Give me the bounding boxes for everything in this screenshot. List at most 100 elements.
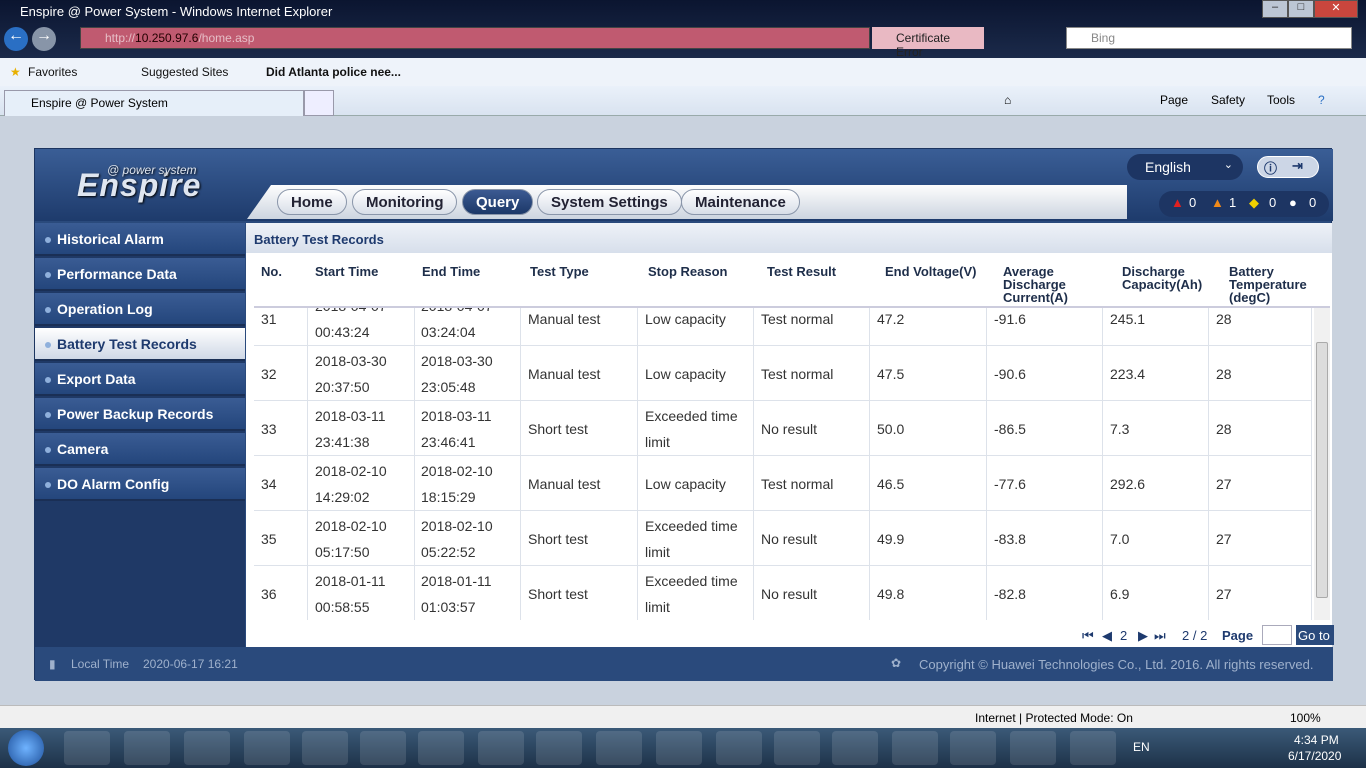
nav-maintenance[interactable]: Maintenance — [681, 189, 800, 215]
firefox-taskbar-icon[interactable] — [244, 731, 290, 765]
clock-date[interactable]: 6/17/2020 — [1288, 749, 1341, 763]
ie-taskbar-icon[interactable] — [64, 731, 110, 765]
drive-taskbar-icon[interactable] — [892, 731, 938, 765]
remote-taskbar-icon[interactable] — [1070, 731, 1116, 765]
opera-taskbar-icon[interactable] — [716, 731, 762, 765]
current-page[interactable]: 2 — [1120, 628, 1127, 643]
sidebar-item-battery-test-records[interactable]: Battery Test Records — [35, 328, 245, 361]
logout-icon[interactable]: ⇥ — [1292, 158, 1303, 174]
media-taskbar-icon[interactable] — [184, 731, 230, 765]
suggested-sites-link[interactable]: Suggested Sites — [141, 65, 228, 79]
clock-time[interactable]: 4:34 PM — [1294, 733, 1339, 747]
sidebar-item-performance-data[interactable]: Performance Data — [35, 258, 245, 291]
cell-text: 245.1 — [1110, 311, 1146, 327]
safety-menu[interactable]: Safety — [1211, 93, 1245, 107]
cell-text: 05:22:52 — [421, 544, 476, 560]
books-taskbar-icon[interactable] — [418, 731, 464, 765]
nav-monitoring[interactable]: Monitoring — [352, 189, 458, 215]
language-select[interactable]: English ⌄ — [1127, 154, 1243, 180]
new-tab-button[interactable] — [304, 90, 334, 116]
address-bar[interactable]: http://10.250.97.6/home.asp — [80, 27, 870, 49]
table-row[interactable]: 35 2018-02-10 05:17:50 2018-02-10 05:22:52 Sh… — [254, 511, 1312, 566]
col-start-time[interactable]: Start Time — [315, 265, 378, 278]
notes-taskbar-icon[interactable] — [832, 731, 878, 765]
browser-tab[interactable]: Enspire @ Power System — [4, 90, 304, 116]
app-taskbar-icon[interactable] — [478, 731, 524, 765]
building-taskbar-icon[interactable] — [536, 731, 582, 765]
help-icon[interactable]: ? — [1318, 93, 1325, 107]
cell-text: 2018-03-30 — [421, 353, 493, 369]
table-row[interactable]: 33 2018-03-11 23:41:38 2018-03-11 23:46:41 Sh… — [254, 401, 1312, 456]
nav-system-settings[interactable]: System Settings — [537, 189, 682, 215]
security-zone[interactable]: Internet | Protected Mode: On — [975, 711, 1133, 725]
table-cell: Test normal — [754, 346, 870, 401]
sidebar-item-camera[interactable]: Camera — [35, 433, 245, 466]
outlook-taskbar-icon[interactable] — [596, 731, 642, 765]
maximize-button[interactable]: □ — [1288, 0, 1314, 18]
alarm-summary[interactable]: ▲ 0 ▲ 1 ◆ 0 ● 0 — [1159, 191, 1329, 217]
lmt2-taskbar-icon[interactable] — [360, 731, 406, 765]
col-avg-current[interactable]: Average Discharge Current(A) — [1003, 265, 1098, 304]
favorites-button[interactable]: Favorites — [28, 65, 77, 79]
favorite-link[interactable]: Did Atlanta police nee... — [266, 65, 401, 79]
control-panel-taskbar-icon[interactable] — [1010, 731, 1056, 765]
cell-text: 32 — [261, 366, 277, 382]
cell-text: 47.5 — [877, 366, 905, 382]
col-test-type[interactable]: Test Type — [530, 265, 589, 278]
cmd-taskbar-icon[interactable] — [950, 731, 996, 765]
col-stop-reason[interactable]: Stop Reason — [648, 265, 727, 278]
first-page-icon[interactable]: ⏮ — [1082, 628, 1094, 644]
prev-page-icon[interactable]: ◀ — [1102, 628, 1112, 644]
close-button[interactable]: ✕ — [1314, 0, 1358, 18]
search-input[interactable]: Bing — [1066, 27, 1352, 49]
sidebar-item-historical-alarm[interactable]: Historical Alarm — [35, 223, 245, 256]
cell-text: 28 — [1216, 311, 1232, 327]
explorer-taskbar-icon[interactable] — [124, 731, 170, 765]
page-menu[interactable]: Page — [1160, 93, 1188, 107]
last-page-icon[interactable]: ⏭ — [1154, 628, 1166, 644]
info-icon[interactable]: ⓘ — [1264, 158, 1277, 177]
table-cell: 32 — [254, 346, 308, 401]
nav-home[interactable]: Home — [277, 189, 347, 215]
sidebar-item-power-backup-records[interactable]: Power Backup Records — [35, 398, 245, 431]
start-button[interactable] — [8, 730, 44, 766]
table-cell: 27 — [1209, 456, 1312, 511]
page-input[interactable] — [1262, 625, 1292, 645]
table-row[interactable]: 32 2018-03-30 20:37:50 2018-03-30 23:05:48 Ma… — [254, 346, 1312, 401]
back-button[interactable]: ← — [4, 27, 28, 51]
scrollbar-thumb[interactable] — [1316, 342, 1328, 598]
table-row[interactable]: 31 2018-04-07 00:43:24 2018-04-07 03:24:04 Ma… — [254, 308, 1312, 346]
certificate-error-button[interactable]: Certificate Error — [872, 27, 984, 59]
device-taskbar-icon[interactable] — [656, 731, 702, 765]
col-end-voltage[interactable]: End Voltage(V) — [885, 265, 976, 278]
col-test-result[interactable]: Test Result — [767, 265, 836, 278]
lmt-taskbar-icon[interactable] — [302, 731, 348, 765]
table-row[interactable]: 34 2018-02-10 14:29:02 2018-02-10 18:15:29 Ma… — [254, 456, 1312, 511]
sidebar-item-do-alarm-config[interactable]: DO Alarm Config — [35, 468, 245, 501]
col-temperature[interactable]: Battery Temperature (degC) — [1229, 265, 1324, 304]
language-indicator[interactable]: EN — [1133, 740, 1150, 754]
sidebar-item-operation-log[interactable]: Operation Log — [35, 293, 245, 326]
table-cell: 2018-02-10 05:17:50 — [308, 511, 415, 566]
table-cell: Manual test — [521, 456, 638, 511]
nav-query[interactable]: Query — [462, 189, 534, 215]
tools-menu[interactable]: Tools — [1267, 93, 1295, 107]
sidebar-item-export-data[interactable]: Export Data — [35, 363, 245, 396]
table-cell: 2018-02-10 18:15:29 — [414, 456, 521, 511]
next-page-icon[interactable]: ▶ — [1138, 628, 1148, 644]
zoom-level[interactable]: 100% — [1290, 711, 1321, 725]
col-capacity[interactable]: Discharge Capacity(Ah) — [1122, 265, 1217, 291]
col-end-time[interactable]: End Time — [422, 265, 480, 278]
clock-icon: ▮ — [49, 657, 56, 671]
forward-button[interactable]: → — [32, 27, 56, 51]
home-icon[interactable]: ⌂ — [1004, 93, 1011, 107]
excel-taskbar-icon[interactable] — [774, 731, 820, 765]
minimize-button[interactable]: – — [1262, 0, 1288, 18]
enspire-logo: @ power system Enspire — [77, 163, 202, 203]
table-cell: 2018-03-30 20:37:50 — [308, 346, 415, 401]
table-cell: 2018-04-07 03:24:04 — [414, 308, 521, 346]
go-to-button[interactable]: Go to — [1296, 625, 1334, 645]
col-no[interactable]: No. — [261, 265, 282, 278]
table-row[interactable]: 36 2018-01-11 00:58:55 2018-01-11 01:03:57 Sh… — [254, 566, 1312, 620]
scrollbar[interactable] — [1314, 308, 1330, 620]
